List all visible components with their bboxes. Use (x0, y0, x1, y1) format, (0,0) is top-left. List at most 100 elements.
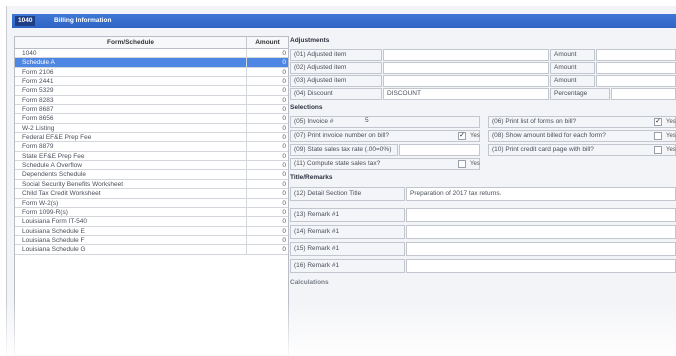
remark-input[interactable] (406, 259, 676, 273)
amount-cell[interactable]: 0 (247, 161, 288, 169)
form-name-cell: Form 1099-R(s) (15, 207, 247, 217)
adjustment-amount-input[interactable] (596, 49, 676, 61)
table-row[interactable]: Child Tax Credit Worksheet 0 (15, 189, 288, 199)
table-row[interactable]: Social Security Benefits Worksheet 0 (15, 179, 288, 190)
print-invoice-number-checkbox[interactable]: ✓ (458, 132, 466, 140)
credit-card-label: (10) Print credit card page with bill? (488, 144, 676, 156)
amount-cell[interactable]: 0 (247, 96, 288, 104)
adjustment-amount-input[interactable] (596, 75, 676, 87)
section-title-adjustments: Adjustments (290, 37, 330, 44)
remark-input[interactable] (406, 242, 676, 256)
table-row[interactable]: State EF&E Prep Fee 0 (15, 151, 288, 162)
discount-input[interactable]: DISCOUNT (383, 88, 549, 100)
form-name-cell: Louisiana Schedule F (15, 235, 247, 245)
print-forms-checkbox[interactable]: ✓ (654, 118, 662, 126)
table-row[interactable]: Form 8879 0 (15, 142, 288, 152)
form-name-cell: Louisiana Schedule G (15, 245, 247, 254)
remark-input[interactable] (406, 225, 676, 239)
table-row[interactable]: Form 5329 0 (15, 86, 288, 96)
amount-cell[interactable]: 0 (247, 208, 288, 216)
adjustment-amount-input[interactable] (596, 62, 676, 74)
table-header: Form/Schedule Amount (15, 37, 288, 49)
show-amount-checkbox[interactable] (654, 132, 662, 140)
compute-sales-tax-checkbox[interactable] (458, 160, 466, 168)
table-row[interactable]: Form 8656 0 (15, 114, 288, 124)
discount-label: (04) Discount (290, 88, 382, 100)
form-name-cell: Form 2441 (15, 77, 247, 86)
table-row[interactable]: Louisiana Form IT-540 0 (15, 217, 288, 227)
percentage-input[interactable] (611, 88, 676, 100)
table-row[interactable]: Form 2106 0 (15, 67, 288, 78)
table-row[interactable]: Louisiana Schedule G0 (15, 245, 288, 255)
amount-cell[interactable]: 0 (247, 105, 288, 113)
yes-label: Yes (470, 133, 480, 139)
table-row[interactable]: Form 2441 0 (15, 77, 288, 87)
table-row[interactable]: W-2 Listing 0 (15, 123, 288, 134)
form-name-cell: Form 2106 (15, 67, 247, 77)
amount-cell[interactable]: 0 (247, 77, 288, 85)
form-name-cell: Louisiana Schedule E (15, 226, 247, 235)
sales-tax-rate-input[interactable] (399, 144, 480, 156)
table-row[interactable]: Louisiana Schedule F0 (15, 235, 288, 246)
table-row[interactable]: Schedule A Overflow 0 (15, 161, 288, 171)
table-body: 1040 0 Schedule A 0 Form 2106 0 Form 2441 0 Form… (15, 49, 288, 255)
form-name-cell: Schedule A Overflow (15, 161, 247, 170)
adjustment-label: (03) Adjusted item (290, 75, 382, 87)
title-bar: 1040 Billing Information (12, 14, 676, 28)
remark-input[interactable] (406, 208, 676, 222)
amount-cell[interactable]: 0 (247, 236, 288, 244)
form-name-cell: Form W-2(s) (15, 198, 247, 207)
amount-cell[interactable]: 0 (247, 217, 288, 225)
adjustment-item-input[interactable] (383, 75, 549, 87)
table-row[interactable]: Schedule A0 (15, 58, 288, 68)
table-row[interactable]: Louisiana Schedule E0 (15, 226, 288, 236)
form-name-cell: 1040 (15, 49, 247, 58)
amount-cell[interactable]: 0 (247, 227, 288, 235)
invoice-number-input[interactable]: 5 (362, 116, 480, 128)
form-name-cell: Child Tax Credit Worksheet (15, 189, 247, 198)
amount-cell[interactable]: 0 (247, 245, 288, 253)
column-header-form[interactable]: Form/Schedule (15, 37, 247, 48)
table-row[interactable]: Form W-2(s) 0 (15, 198, 288, 208)
amount-cell[interactable]: 0 (247, 199, 288, 207)
form-name-cell: Form 8283 (15, 95, 247, 105)
amount-cell[interactable]: 0 (247, 189, 288, 197)
column-header-amount[interactable]: Amount (247, 37, 288, 48)
adjustment-item-input[interactable] (383, 49, 549, 61)
amount-cell[interactable]: 0 (247, 152, 288, 160)
table-row[interactable]: Form 8687 0 (15, 105, 288, 115)
table-row[interactable]: Dependents Schedule 0 (15, 170, 288, 180)
amount-cell[interactable]: 0 (247, 124, 288, 132)
amount-cell[interactable]: 0 (247, 170, 288, 178)
sales-tax-rate-label: (09) State sales tax rate (.00=0%) (290, 144, 398, 156)
yes-label: Yes (666, 119, 676, 125)
table-row[interactable]: 1040 0 (15, 49, 288, 59)
table-row[interactable]: Federal EF&E Prep Fee 0 (15, 133, 288, 143)
form-name-cell: Form 8656 (15, 114, 247, 123)
form-name-cell: Louisiana Form IT-540 (15, 217, 247, 226)
amount-cell[interactable]: 0 (247, 133, 288, 141)
remark-label: (14) Remark #1 (290, 225, 405, 239)
remark-label: (16) Remark #1 (290, 259, 405, 273)
form-schedule-table: Form/Schedule Amount 1040 0 Schedule A 0 For… (14, 36, 289, 356)
form-name-cell: W-2 Listing (15, 123, 247, 133)
table-row[interactable]: Form 8283 0 (15, 95, 288, 106)
amount-cell[interactable]: 0 (247, 58, 288, 67)
amount-cell[interactable]: 0 (247, 68, 288, 76)
amount-cell[interactable]: 0 (247, 180, 288, 188)
credit-card-checkbox[interactable] (654, 146, 662, 154)
amount-cell[interactable]: 0 (247, 86, 288, 94)
table-row[interactable]: Form 1099-R(s) 0 (15, 207, 288, 218)
adjustment-item-input[interactable] (383, 62, 549, 74)
percentage-label: Percentage (550, 88, 610, 100)
amount-cell[interactable]: 0 (247, 49, 288, 57)
amount-cell[interactable]: 0 (247, 142, 288, 150)
form-name-cell: Federal EF&E Prep Fee (15, 133, 247, 142)
detail-section-title-input[interactable]: Preparation of 2017 tax returns. (406, 187, 676, 201)
form-name-cell: Social Security Benefits Worksheet (15, 179, 247, 189)
amount-cell[interactable]: 0 (247, 114, 288, 122)
window-title: Billing Information (54, 17, 112, 24)
section-title-selections: Selections (290, 104, 323, 111)
show-amount-label: (08) Show amount billed for each form? (488, 130, 676, 142)
section-title-remarks: Title/Remarks (290, 174, 333, 181)
